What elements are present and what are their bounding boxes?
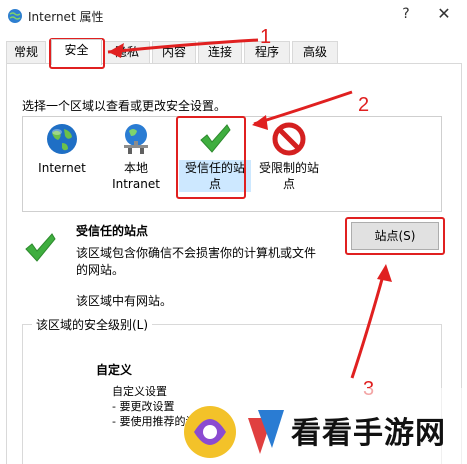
- arrow-2: [252, 90, 353, 130]
- watermark-text: 看看手游网: [291, 416, 446, 451]
- arrow-1: [107, 38, 259, 58]
- annotation-number-2: 2: [358, 94, 370, 116]
- arrow-3: [350, 264, 392, 379]
- tab-security[interactable]: 安全: [51, 39, 102, 65]
- annotation-number-1: 1: [260, 26, 272, 48]
